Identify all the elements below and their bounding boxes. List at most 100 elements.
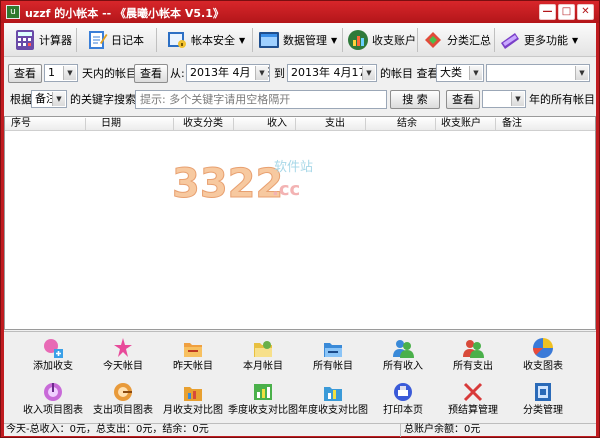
account-label: 收支账户	[372, 34, 416, 47]
watermark-number: 3322	[172, 161, 283, 205]
chevron-down-icon: ▼	[469, 66, 482, 80]
category-value: 大类	[440, 66, 462, 79]
year-select[interactable]: ▼	[482, 90, 526, 108]
category-management-icon	[532, 381, 554, 403]
settlement-button[interactable]: 预结算管理	[438, 380, 508, 422]
column-divider[interactable]	[295, 118, 296, 130]
close-button[interactable]: ✕	[577, 4, 594, 20]
all-income-button[interactable]: 所有收入	[368, 336, 438, 378]
column-divider[interactable]	[173, 118, 174, 130]
status-bar: 今天-总收入：0元，总支出：0元，结余：0元 总账户余额：0元	[4, 423, 596, 437]
column-divider[interactable]	[233, 118, 234, 130]
column-header-balance[interactable]: 结余	[397, 117, 417, 131]
view-days-button[interactable]: 查看	[8, 64, 42, 83]
total-balance-text: 总账户余额：0元	[404, 424, 481, 435]
more-functions-menu-button[interactable]: 更多功能 ▼	[499, 26, 578, 54]
from-date-picker[interactable]: 2013年 4月 1日 ▼	[186, 64, 270, 82]
watermark: 3322 .cc 软件站	[170, 155, 330, 208]
window-title: uzzf 的小帐本 -- 《晨曦小帐本 V5.1》	[25, 7, 224, 20]
app-logo-icon: u	[6, 5, 20, 19]
print-page-button[interactable]: 打印本页	[368, 380, 438, 422]
yesterday-icon	[182, 337, 204, 359]
title-bar[interactable]: u uzzf 的小帐本 -- 《晨曦小帐本 V5.1》 — □ ✕	[1, 1, 599, 23]
all-accounts-icon	[322, 337, 344, 359]
all-accounts-button[interactable]: 所有帐目	[298, 336, 368, 378]
chevron-down-icon: ▼	[575, 66, 588, 80]
column-header-category[interactable]: 收支分类	[183, 117, 223, 131]
notebook-label: 日记本	[111, 34, 144, 47]
notebook-button[interactable]: 日记本	[86, 26, 144, 54]
more-functions-icon	[499, 29, 521, 51]
category-select[interactable]: 大类 ▼	[436, 64, 484, 82]
days-select[interactable]: 1 ▼	[44, 64, 78, 82]
keyword-label: 的关键字搜索:	[70, 93, 140, 106]
search-button[interactable]: 搜 索	[390, 90, 440, 109]
view-accounts-label: 的帐目 查看:	[380, 67, 443, 80]
column-header-index[interactable]: 序号	[11, 117, 31, 131]
today-button[interactable]: 今天帐目	[88, 336, 158, 378]
watermark-logo: 3322 .cc 软件站	[172, 160, 314, 208]
column-header-date[interactable]: 日期	[101, 117, 121, 131]
to-date-picker[interactable]: 2013年 4月17日 ▼	[287, 64, 377, 82]
watermark-tagline: 软件站	[274, 160, 313, 175]
to-label: 到	[274, 67, 285, 80]
calculator-button[interactable]: 计算器	[14, 26, 72, 54]
main-area: 计算器 日记本 帐本安全 ▼ 数据管理 ▼ 收支账户 分类汇总 更多功能 ▼ 查…	[4, 23, 596, 437]
chevron-down-icon: ▼	[572, 35, 579, 45]
column-header-account[interactable]: 收支账户	[441, 117, 481, 131]
maximize-button[interactable]: □	[558, 4, 575, 20]
data-management-icon	[258, 29, 280, 51]
income-items-chart-button[interactable]: 收入项目图表	[18, 380, 88, 422]
minimize-button[interactable]: —	[539, 4, 556, 20]
expense-items-chart-button[interactable]: 支出项目图表	[88, 380, 158, 422]
column-header-remark[interactable]: 备注	[502, 117, 522, 131]
search-field-select[interactable]: 备注 ▼	[31, 90, 67, 108]
data-management-menu-button[interactable]: 数据管理 ▼	[258, 26, 337, 54]
toolbar: 计算器 日记本 帐本安全 ▼ 数据管理 ▼ 收支账户 分类汇总 更多功能 ▼	[4, 23, 596, 57]
column-header-expense[interactable]: 支出	[325, 117, 345, 131]
app-window: u uzzf 的小帐本 -- 《晨曦小帐本 V5.1》 — □ ✕ 计算器 日记…	[0, 0, 600, 438]
toolbar-divider	[342, 28, 343, 52]
category-summary-button[interactable]: 分类汇总	[422, 26, 491, 54]
notebook-icon	[86, 29, 108, 51]
month-button[interactable]: 本月帐目	[228, 336, 298, 378]
year-label: 年的所有帐目	[529, 93, 595, 106]
column-divider[interactable]	[435, 118, 436, 130]
column-divider[interactable]	[85, 118, 86, 130]
table-header: 序号 日期 收支分类 收入 支出 结余 收支账户 备注	[5, 117, 595, 131]
toolbar-divider	[494, 28, 495, 52]
accounts-table[interactable]: 序号 日期 收支分类 收入 支出 结余 收支账户 备注 3322 .cc 软件站	[4, 116, 596, 330]
pie-chart-icon	[532, 337, 554, 359]
category-summary-label: 分类汇总	[447, 34, 491, 47]
yearly-compare-button[interactable]: 年度收支对比图	[298, 380, 368, 422]
add-entry-icon	[42, 337, 64, 359]
yesterday-button[interactable]: 昨天帐目	[158, 336, 228, 378]
monthly-compare-button[interactable]: 月收支对比图	[158, 380, 228, 422]
calculator-label: 计算器	[39, 34, 72, 47]
column-header-income[interactable]: 收入	[267, 117, 287, 131]
chevron-down-icon: ▼	[362, 66, 375, 80]
view-range-button[interactable]: 查看	[134, 64, 168, 83]
security-menu-button[interactable]: 帐本安全 ▼	[166, 26, 245, 54]
account-chart-icon	[347, 29, 369, 51]
calculator-icon	[14, 29, 36, 51]
month-icon	[252, 337, 274, 359]
add-entry-button[interactable]: 添加收支	[18, 336, 88, 378]
toolbar-divider	[417, 28, 418, 52]
chevron-down-icon: ▼	[63, 66, 76, 80]
view-year-button[interactable]: 查看	[446, 90, 480, 109]
column-divider[interactable]	[495, 118, 496, 130]
quarterly-compare-button[interactable]: 季度收支对比图	[228, 380, 298, 422]
keyword-search-row: 根据 备注 ▼ 的关键字搜索: 提示: 多个关键字请用空格隔开 搜 索 查看 ▼ …	[4, 88, 596, 112]
income-expense-chart-button[interactable]: 收支图表	[508, 336, 578, 378]
chevron-down-icon: ▼	[239, 35, 246, 45]
watermark-suffix: .cc	[272, 179, 300, 200]
subcategory-select[interactable]: ▼	[486, 64, 590, 82]
category-management-button[interactable]: 分类管理	[508, 380, 578, 422]
income-items-chart-icon	[42, 381, 64, 403]
all-income-icon	[392, 337, 414, 359]
column-divider[interactable]	[365, 118, 366, 130]
keyword-search-input[interactable]: 提示: 多个关键字请用空格隔开	[135, 90, 387, 109]
account-button[interactable]: 收支账户	[347, 26, 416, 54]
all-expense-button[interactable]: 所有支出	[438, 336, 508, 378]
